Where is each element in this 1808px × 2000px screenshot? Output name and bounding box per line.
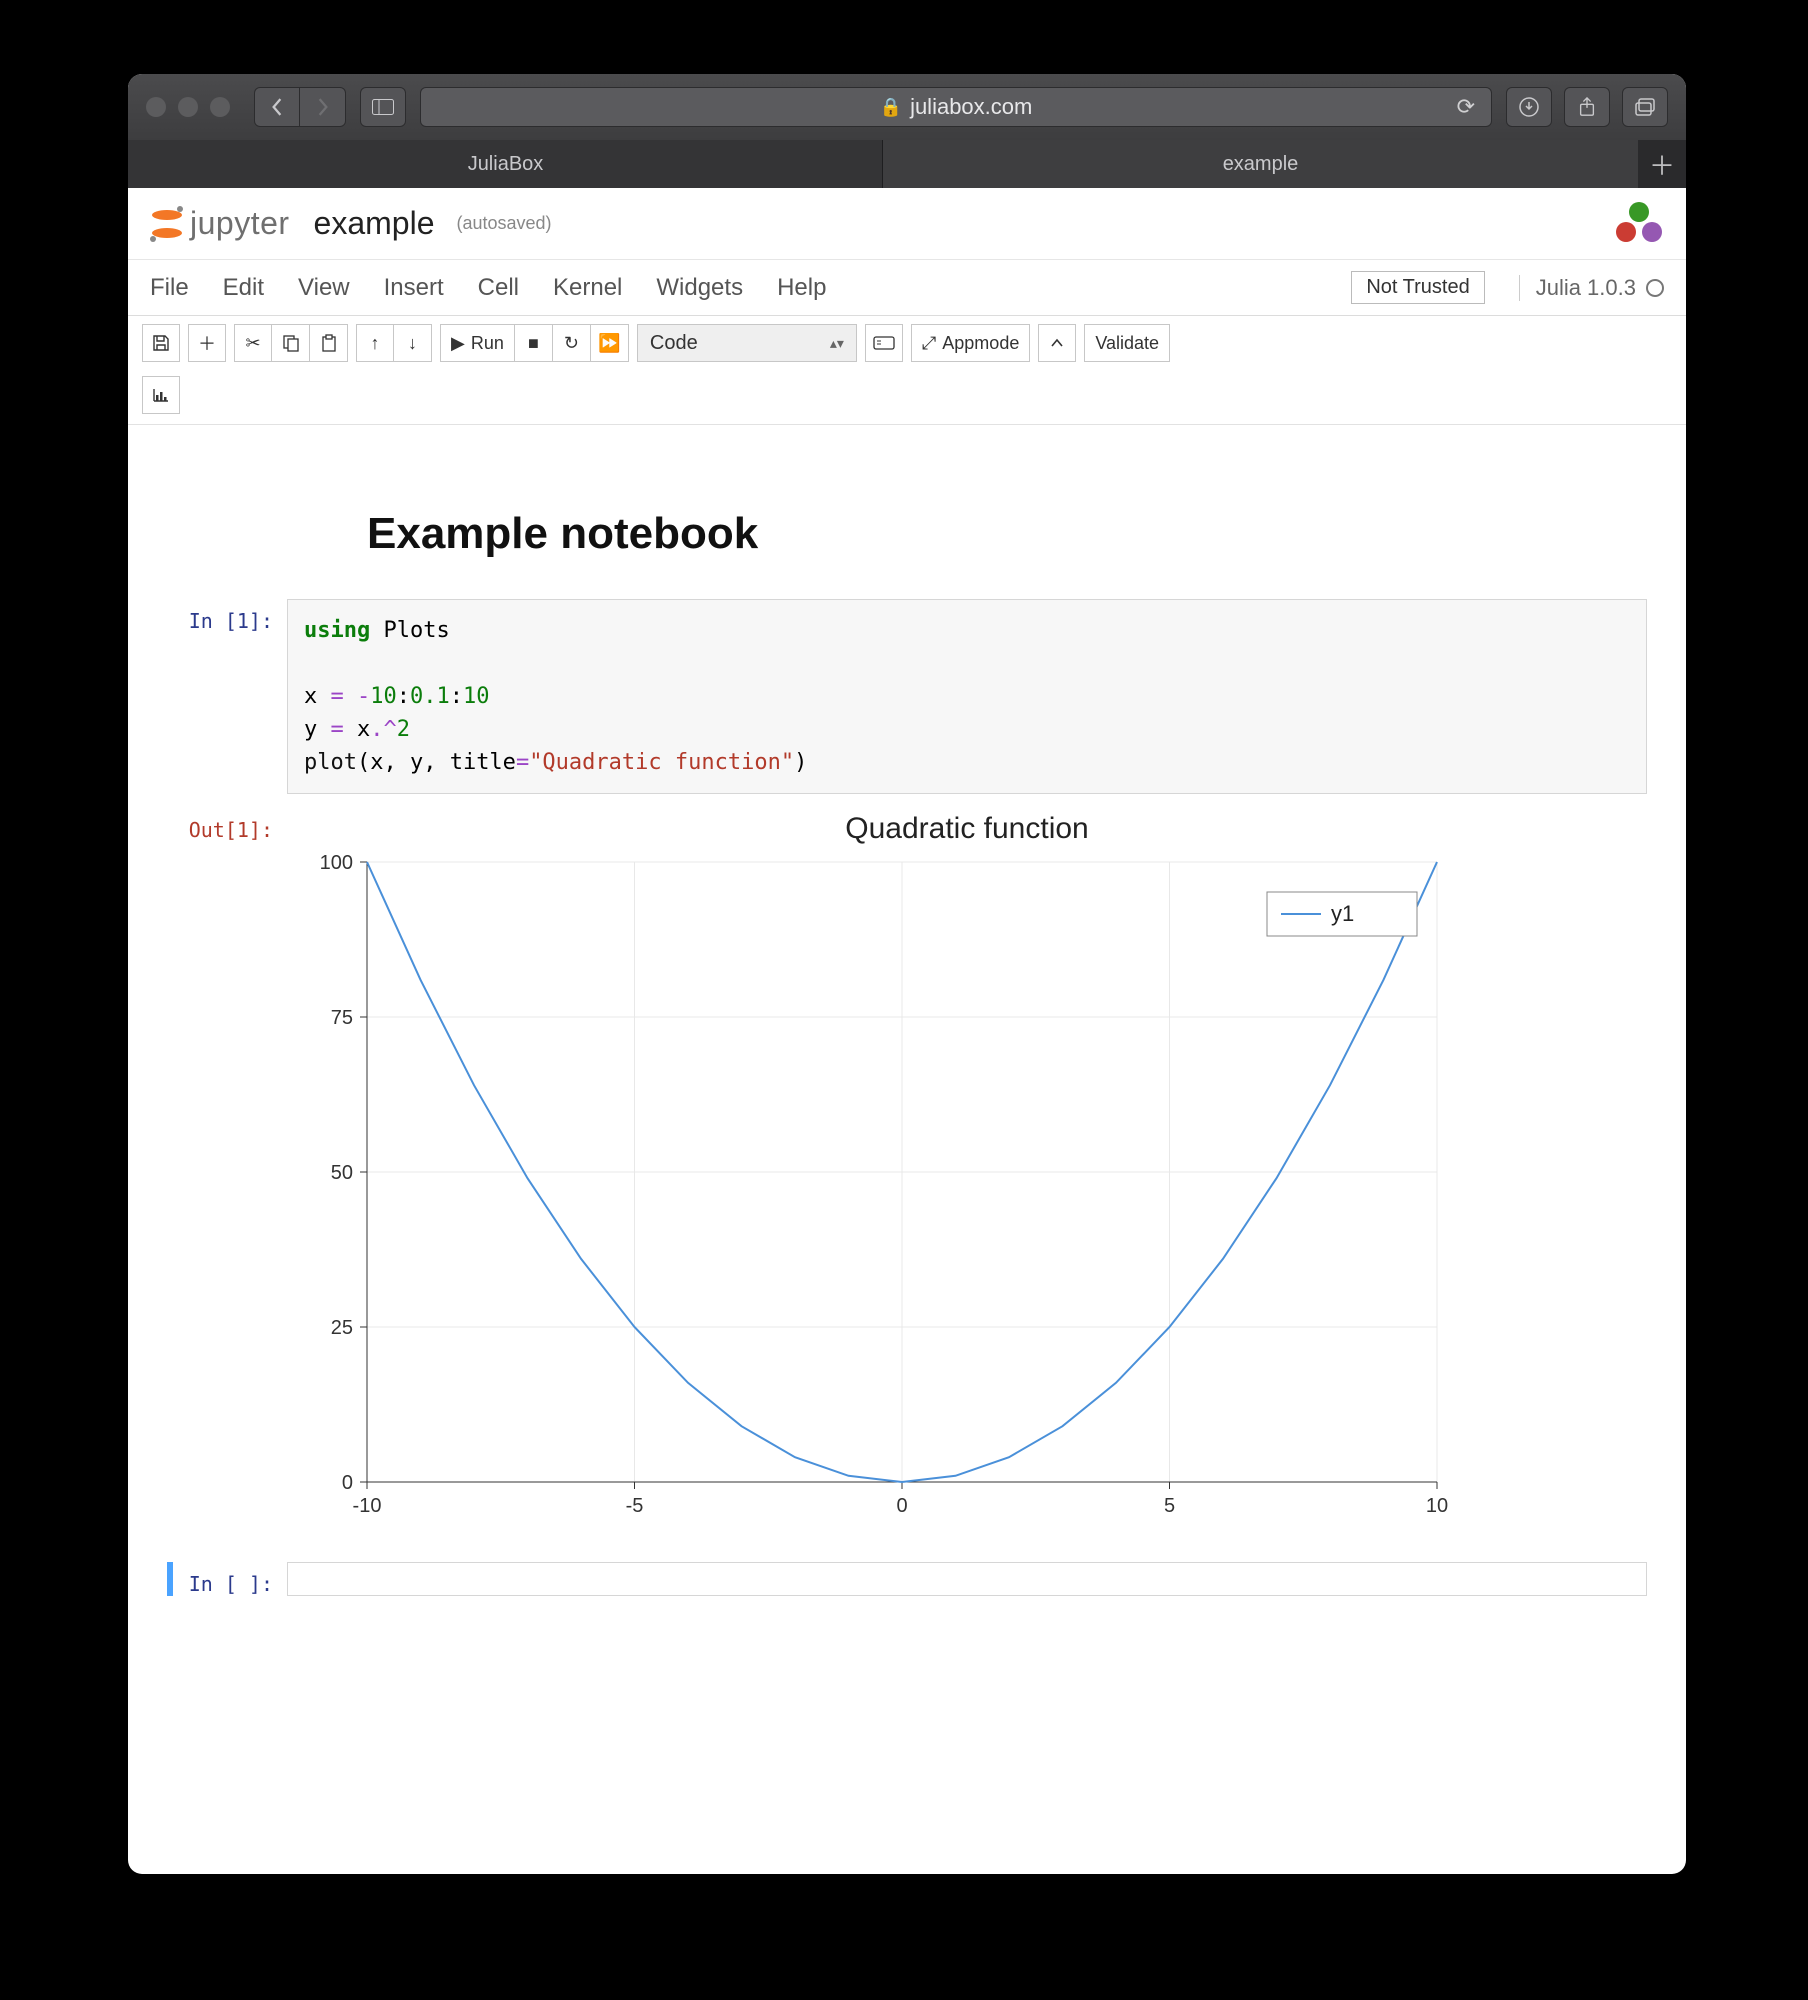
kernel-idle-icon <box>1646 279 1664 297</box>
address-bar[interactable]: 🔒 juliabox.com ⟳ <box>420 87 1492 127</box>
output-prompt: Out[1]: <box>167 808 287 842</box>
browser-window: 🔒 juliabox.com ⟳ JuliaBox <box>128 74 1686 1874</box>
menu-file[interactable]: File <box>150 274 189 302</box>
svg-text:50: 50 <box>331 1162 353 1184</box>
expand-icon: ⤢ <box>922 333 936 354</box>
code-cell-1[interactable]: In [1]: using Plots x = -10:0.1:10 y = x… <box>167 599 1647 794</box>
input-prompt: In [1]: <box>167 599 287 633</box>
jupyter-logo[interactable]: jupyter <box>150 205 290 242</box>
chart-toolbar-button[interactable] <box>142 376 180 414</box>
menu-cell[interactable]: Cell <box>478 274 519 302</box>
url-host: juliabox.com <box>910 94 1032 120</box>
svg-text:75: 75 <box>331 1007 353 1029</box>
svg-text:100: 100 <box>320 852 353 874</box>
notebook-title[interactable]: example <box>314 205 435 242</box>
run-label: Run <box>471 333 504 354</box>
insert-cell-button[interactable]: ＋ <box>188 324 226 362</box>
toolbar: ＋ ✂ ↑ ↓ ▶ Run ■ ↻ ⏩ <box>128 316 1686 425</box>
kernel-indicator[interactable]: Julia 1.0.3 <box>1519 275 1664 301</box>
menu-bar: File Edit View Insert Cell Kernel Widget… <box>128 260 1686 316</box>
zoom-window-icon[interactable] <box>210 97 230 117</box>
plot-output: Quadratic function 0 25 50 75 100 -10 -5 0 5 10 y1 <box>287 812 1647 1532</box>
minimize-window-icon[interactable] <box>178 97 198 117</box>
tab-strip: JuliaBox example ＋ <box>128 140 1686 188</box>
browser-tab-juliabox[interactable]: JuliaBox <box>128 140 883 188</box>
new-tab-button[interactable]: ＋ <box>1638 140 1686 188</box>
kernel-name-label: Julia 1.0.3 <box>1536 275 1636 301</box>
svg-text:10: 10 <box>1426 1495 1448 1517</box>
menu-help[interactable]: Help <box>777 274 826 302</box>
lock-icon: 🔒 <box>880 97 902 118</box>
code-cell-2[interactable]: In [ ]: <box>167 1562 1647 1596</box>
save-status: (autosaved) <box>457 213 552 234</box>
sidebar-toggle-button[interactable] <box>360 87 406 127</box>
svg-text:-10: -10 <box>353 1495 382 1517</box>
validate-button[interactable]: Validate <box>1084 324 1170 362</box>
save-button[interactable] <box>142 324 180 362</box>
share-button[interactable] <box>1564 87 1610 127</box>
julia-logo-icon <box>1614 202 1664 246</box>
tabs-overview-button[interactable] <box>1622 87 1668 127</box>
input-prompt: In [ ]: <box>173 1562 287 1596</box>
copy-button[interactable] <box>272 324 310 362</box>
browser-tab-example[interactable]: example <box>883 140 1638 188</box>
menu-insert[interactable]: Insert <box>384 274 444 302</box>
cell-type-select[interactable]: Code ▴▾ <box>637 324 857 362</box>
tab-label: example <box>1223 153 1299 176</box>
run-button[interactable]: ▶ Run <box>440 324 515 362</box>
forward-button[interactable] <box>300 87 346 127</box>
markdown-heading[interactable]: Example notebook <box>367 509 1647 559</box>
command-palette-button[interactable] <box>865 324 903 362</box>
restart-button[interactable]: ↻ <box>553 324 591 362</box>
menu-edit[interactable]: Edit <box>223 274 264 302</box>
code-input[interactable] <box>287 1562 1647 1596</box>
svg-text:25: 25 <box>331 1317 353 1339</box>
menu-view[interactable]: View <box>298 274 350 302</box>
cut-button[interactable]: ✂ <box>234 324 272 362</box>
paste-button[interactable] <box>310 324 348 362</box>
jupyter-header: jupyter example (autosaved) <box>128 188 1686 260</box>
output-cell-1: Out[1]: Quadratic function 0255075100-10… <box>167 808 1647 1532</box>
svg-text:0: 0 <box>896 1495 907 1517</box>
reload-icon[interactable]: ⟳ <box>1457 94 1475 120</box>
window-controls[interactable] <box>146 97 230 117</box>
restart-run-all-button[interactable]: ⏩ <box>591 324 629 362</box>
trust-indicator[interactable]: Not Trusted <box>1351 271 1484 304</box>
svg-text:0: 0 <box>342 1472 353 1494</box>
notebook-area[interactable]: Example notebook In [1]: using Plots x =… <box>128 425 1686 1650</box>
back-button[interactable] <box>254 87 300 127</box>
appmode-button[interactable]: ⤢ Appmode <box>911 324 1030 362</box>
downloads-button[interactable] <box>1506 87 1552 127</box>
browser-toolbar: 🔒 juliabox.com ⟳ <box>128 74 1686 140</box>
appmode-label: Appmode <box>942 333 1019 354</box>
move-down-button[interactable]: ↓ <box>394 324 432 362</box>
chevron-updown-icon: ▴▾ <box>830 335 844 352</box>
run-icon: ▶ <box>451 333 465 354</box>
cell-type-value: Code <box>650 332 698 355</box>
svg-text:-5: -5 <box>626 1495 644 1517</box>
interrupt-button[interactable]: ■ <box>515 324 553 362</box>
validate-label: Validate <box>1095 333 1159 354</box>
chart-title: Quadratic function <box>287 812 1647 846</box>
svg-text:y1: y1 <box>1331 901 1354 926</box>
close-window-icon[interactable] <box>146 97 166 117</box>
tab-label: JuliaBox <box>468 153 544 176</box>
svg-text:5: 5 <box>1164 1495 1175 1517</box>
chart-canvas: 0 25 50 75 100 -10 -5 0 5 10 y1 <box>287 852 1467 1532</box>
menu-kernel[interactable]: Kernel <box>553 274 622 302</box>
code-input[interactable]: using Plots x = -10:0.1:10 y = x.^2 plot… <box>287 599 1647 794</box>
jupyter-logo-text: jupyter <box>190 205 290 242</box>
menu-widgets[interactable]: Widgets <box>656 274 743 302</box>
jupyter-logo-icon <box>150 207 184 241</box>
appmode-help-button[interactable] <box>1038 324 1076 362</box>
move-up-button[interactable]: ↑ <box>356 324 394 362</box>
